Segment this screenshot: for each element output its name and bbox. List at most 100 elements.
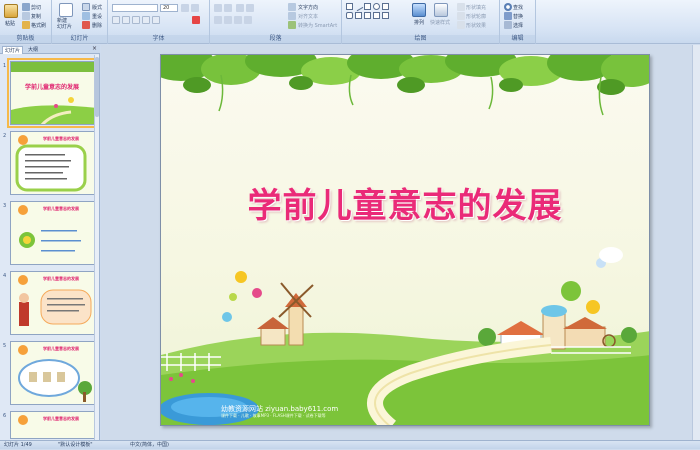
tab-slides[interactable]: 幻灯片 (2, 46, 24, 54)
copy-icon[interactable] (22, 12, 30, 20)
format-painter-icon[interactable] (22, 21, 30, 29)
thumbnail-title: 学前儿童意志的发展 (43, 136, 79, 141)
arrange-icon[interactable] (412, 3, 426, 17)
leaf-canopy (161, 55, 649, 95)
shape-arrow-icon[interactable] (364, 3, 371, 10)
convert-smartart-button[interactable]: 转换为 SmartArt (298, 22, 337, 29)
shape-brace-icon[interactable] (364, 12, 371, 19)
shape-effects-button[interactable]: 形状效果 (466, 22, 486, 29)
status-bar: 幻灯片 1/49 "默认设计模板" 中文(简体，中国) (0, 440, 700, 449)
new-slide-icon[interactable] (59, 3, 73, 17)
font-color-icon[interactable] (192, 16, 200, 24)
thumbnail-title: 学前儿童意志的发展 (43, 276, 79, 281)
shape-triangle-icon[interactable] (382, 3, 389, 10)
replace-icon[interactable] (504, 12, 512, 20)
quick-styles-icon[interactable] (434, 3, 448, 17)
align-text-button[interactable]: 对齐文本 (298, 13, 318, 20)
current-slide[interactable]: 学前儿童意志的发展 幼教资源网站 ziyuan.baby611.com 课件下载… (160, 54, 650, 426)
paragraph-group: 文字方向 对齐文本 转换为 SmartArt 段落 (210, 0, 342, 44)
shape-more-icon[interactable] (382, 12, 389, 19)
arrange-button[interactable]: 排列 (414, 19, 424, 26)
copy-button[interactable]: 复制 (31, 13, 41, 20)
shape-fill-icon[interactable] (457, 3, 465, 11)
align-center-icon[interactable] (224, 16, 232, 24)
find-icon[interactable] (504, 3, 512, 11)
justify-icon[interactable] (244, 16, 252, 24)
slide-thumbnail[interactable]: 学前儿童意志的发展 (10, 271, 96, 335)
select-icon[interactable] (504, 21, 512, 29)
reset-icon[interactable] (82, 12, 90, 20)
shadow-icon[interactable] (152, 16, 160, 24)
thumbnail-preview (11, 62, 95, 124)
slide-number: 5 (3, 343, 7, 349)
find-button[interactable]: 查找 (513, 4, 523, 11)
slide-title[interactable]: 学前儿童意志的发展 (161, 178, 649, 227)
font-group-label: 字体 (108, 35, 209, 43)
increase-indent-icon[interactable] (246, 4, 254, 12)
cut-button[interactable]: 剪切 (31, 4, 41, 11)
numbering-icon[interactable] (224, 4, 232, 12)
ribbon: 粘贴 剪切 复制 格式刷 剪贴板 新建 幻灯片 版式 重设 删除 幻灯片 20 … (0, 0, 700, 44)
slide-thumbnail[interactable]: 学前儿童意志的发展 (10, 341, 96, 405)
slides-group: 新建 幻灯片 版式 重设 删除 幻灯片 (52, 0, 108, 44)
align-text-icon[interactable] (288, 12, 296, 20)
text-direction-icon[interactable] (288, 3, 296, 11)
replace-button[interactable]: 替换 (513, 13, 523, 20)
thumbnail-title: 学前儿童意志的发展 (43, 416, 79, 421)
slide-thumbnail[interactable]: 学前儿童意志的发展 (10, 131, 96, 195)
decrease-indent-icon[interactable] (236, 4, 244, 12)
font-size-select[interactable]: 20 (160, 4, 178, 12)
shape-effects-icon[interactable] (457, 21, 465, 29)
text-direction-button[interactable]: 文字方向 (298, 4, 318, 11)
quick-styles-button[interactable]: 快速样式 (430, 19, 450, 26)
layout-icon[interactable] (82, 3, 90, 11)
slides-panel: 幻灯片 大纲 × 1 学前儿童意志的发展 2 学前儿童意志的发展 3 学前儿童意… (0, 45, 100, 440)
panel-tabs: 幻灯片 大纲 × (0, 45, 100, 54)
delete-button[interactable]: 删除 (92, 22, 102, 29)
shape-outline-button[interactable]: 形状轮廓 (466, 13, 486, 20)
bullets-icon[interactable] (214, 4, 222, 12)
italic-icon[interactable] (122, 16, 130, 24)
paste-button[interactable]: 粘贴 (5, 20, 15, 27)
shape-oval-icon[interactable] (373, 3, 380, 10)
slide-editor: 学前儿童意志的发展 幼教资源网站 ziyuan.baby611.com 课件下载… (101, 45, 700, 440)
select-button[interactable]: 选择 (513, 22, 523, 29)
strikethrough-icon[interactable] (142, 16, 150, 24)
editor-scrollbar[interactable] (692, 45, 700, 440)
editing-group: 查找 替换 选择 编辑 (500, 0, 536, 44)
editing-group-label: 编辑 (500, 35, 535, 43)
layout-button[interactable]: 版式 (92, 4, 102, 11)
shape-fill-button[interactable]: 形状填充 (466, 4, 486, 11)
delete-icon[interactable] (82, 21, 90, 29)
slide-thumbnail[interactable]: 学前儿童意志的发展 (10, 201, 96, 265)
shape-rectangle-icon[interactable] (346, 3, 353, 10)
thumbnail-title: 学前儿童意志的发展 (43, 206, 79, 211)
slide-thumbnail[interactable]: 学前儿童意志的发展 (10, 411, 96, 439)
shrink-font-icon[interactable] (191, 4, 199, 12)
font-name-select[interactable] (112, 4, 158, 12)
underline-icon[interactable] (132, 16, 140, 24)
align-left-icon[interactable] (214, 16, 222, 24)
brand-subtext: 课件下载 · 儿歌 · 故事MP3 · FLASH课件下载 · 试卷下载等 (221, 413, 326, 418)
slide-thumbnail[interactable]: 学前儿童意志的发展 (7, 58, 99, 128)
shape-rounded-rect-icon[interactable] (346, 12, 353, 19)
format-painter-button[interactable]: 格式刷 (31, 22, 46, 29)
shape-star-icon[interactable] (355, 12, 362, 19)
new-slide-button[interactable]: 新建 幻灯片 (57, 18, 72, 30)
thumbnail-title: 学前儿童意志的发展 (43, 346, 79, 351)
shape-line-icon[interactable] (353, 1, 364, 12)
close-panel-icon[interactable]: × (92, 45, 97, 52)
panel-scrollbar-thumb[interactable] (95, 57, 99, 117)
slide-number: 6 (3, 413, 7, 419)
paste-icon[interactable] (4, 4, 18, 18)
panel-scrollbar[interactable] (94, 55, 99, 440)
align-right-icon[interactable] (234, 16, 242, 24)
bold-icon[interactable] (112, 16, 120, 24)
tab-outline[interactable]: 大纲 (26, 46, 40, 54)
grow-font-icon[interactable] (181, 4, 189, 12)
shape-callout-icon[interactable] (373, 12, 380, 19)
shape-outline-icon[interactable] (457, 12, 465, 20)
reset-button[interactable]: 重设 (92, 13, 102, 20)
cut-icon[interactable] (22, 3, 30, 11)
smartart-icon[interactable] (288, 21, 296, 29)
